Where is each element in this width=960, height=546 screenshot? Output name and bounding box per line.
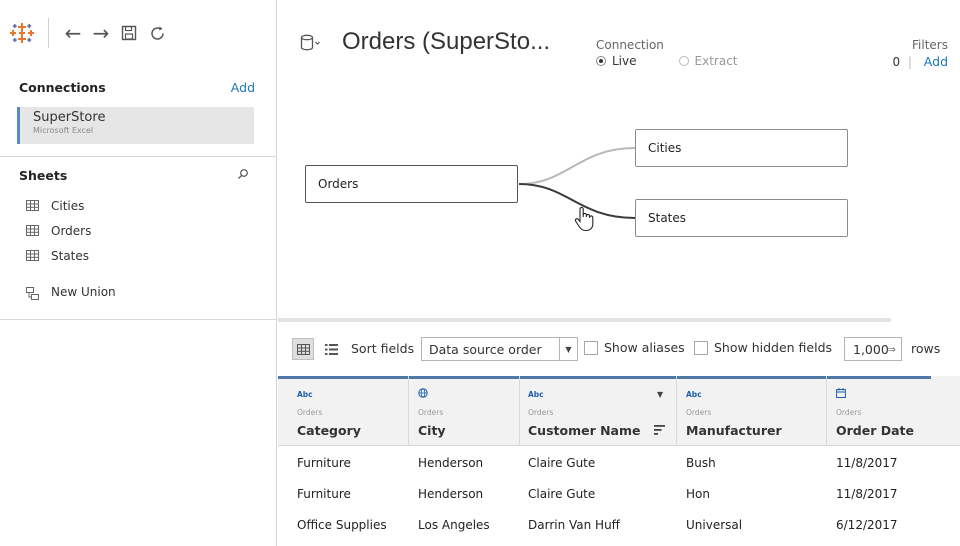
column-menu-icon[interactable]: ▼ — [657, 390, 663, 399]
add-connection-link[interactable]: Add — [231, 80, 255, 95]
table-box-states[interactable]: States — [635, 199, 848, 237]
sort-fields-value: Data source order — [429, 341, 542, 357]
column-indicator — [409, 376, 519, 379]
table-box-orders[interactable]: Orders — [305, 165, 518, 203]
forward-arrow-icon[interactable]: → — [87, 23, 115, 43]
table-cell: Universal — [686, 518, 743, 532]
table-cell: Bush — [686, 456, 716, 470]
checkbox-box — [584, 340, 598, 355]
divider — [0, 156, 277, 157]
new-union-label: New Union — [51, 285, 116, 299]
table-cell: 11/8/2017 — [836, 456, 898, 470]
join-canvas: Orders (SuperSto... Connection Live Extr… — [278, 0, 960, 320]
table-cell: Darrin Van Huff — [528, 518, 620, 532]
sheet-item-states[interactable]: States — [26, 243, 91, 268]
search-icon[interactable] — [237, 168, 249, 183]
sheet-list: Cities Orders States — [26, 193, 91, 268]
column-indicator — [677, 376, 826, 379]
union-icon — [26, 286, 39, 300]
globe-icon[interactable] — [418, 388, 428, 400]
hand-cursor-icon — [574, 206, 594, 235]
column-city[interactable]: Orders City Henderson Henderson Los Ange… — [409, 376, 519, 546]
connection-type: Microsoft Excel — [33, 126, 94, 135]
column-source: Orders — [297, 408, 323, 417]
table-cell: Henderson — [418, 456, 484, 470]
apply-arrow-icon[interactable]: ⇒ — [887, 343, 896, 356]
table-cell: 11/8/2017 — [836, 487, 898, 501]
column-name: Customer Name — [528, 423, 641, 438]
connections-header: Connections Add — [19, 80, 255, 95]
table-cell: Furniture — [297, 487, 351, 501]
table-cell: Los Angeles — [418, 518, 490, 532]
table-cell: Claire Gute — [528, 456, 596, 470]
top-toolbar: ← → — [10, 18, 171, 48]
table-cell: Hon — [686, 487, 710, 501]
sort-fields-label: Sort fields — [351, 341, 415, 356]
back-arrow-icon[interactable]: ← — [59, 23, 87, 43]
chevron-down-icon: ▼ — [559, 338, 577, 360]
column-manufacturer[interactable]: Abc Orders Manufacturer Bush Hon Univers… — [677, 376, 826, 546]
table-icon — [26, 250, 39, 261]
column-category[interactable]: Abc Orders Category Furniture Furniture … — [278, 376, 408, 546]
refresh-icon[interactable] — [143, 25, 171, 42]
string-type-icon[interactable]: Abc — [686, 390, 702, 399]
connection-item-superstore[interactable]: SuperStore Microsoft Excel — [17, 107, 254, 144]
show-aliases-label: Show aliases — [604, 340, 685, 355]
rows-count-input[interactable]: 1,000 ⇒ — [844, 337, 902, 361]
sheet-label: Cities — [51, 198, 85, 213]
column-name: Category — [297, 423, 361, 438]
calendar-icon[interactable] — [836, 388, 846, 400]
data-grid: Abc Orders Category Furniture Furniture … — [278, 376, 960, 546]
divider — [0, 319, 277, 320]
show-hidden-fields-label: Show hidden fields — [714, 340, 833, 355]
save-icon[interactable] — [115, 25, 143, 41]
grid-view-button[interactable] — [292, 338, 314, 360]
connection-name: SuperStore — [33, 110, 106, 125]
list-view-button[interactable] — [320, 338, 342, 360]
left-panel: ← → Connections Add SuperStore Microsoft… — [0, 0, 277, 546]
tableau-logo-icon[interactable] — [10, 21, 34, 45]
relationship-lines — [518, 147, 636, 219]
column-order-date[interactable]: Orders Order Date 11/8/2017 11/8/2017 6/… — [827, 376, 960, 546]
column-source: Orders — [528, 408, 554, 417]
table-icon — [26, 200, 39, 211]
sheet-label: Orders — [51, 223, 92, 238]
string-type-icon[interactable]: Abc — [297, 390, 313, 399]
column-source: Orders — [686, 408, 712, 417]
column-name: City — [418, 423, 446, 438]
column-source: Orders — [836, 408, 862, 417]
table-cell: 6/12/2017 — [836, 518, 898, 532]
table-cell: Henderson — [418, 487, 484, 501]
column-indicator — [827, 376, 931, 379]
sheet-label: States — [51, 248, 90, 263]
table-box-cities[interactable]: Cities — [635, 129, 848, 167]
table-cell: Office Supplies — [297, 518, 387, 532]
table-cell: Claire Gute — [528, 487, 596, 501]
show-hidden-fields-checkbox[interactable]: Show hidden fields — [694, 340, 832, 355]
sort-icon[interactable] — [654, 424, 665, 438]
table-icon — [26, 225, 39, 236]
connections-title: Connections — [19, 80, 106, 95]
sheets-header: Sheets — [19, 168, 249, 183]
column-name: Order Date — [836, 423, 914, 438]
column-customer-name[interactable]: Abc ▼ Orders Customer Name Claire Gute C… — [520, 376, 676, 546]
column-indicator — [278, 376, 408, 379]
grid-toolbar: Sort fields Data source order ▼ Show ali… — [278, 322, 960, 376]
checkbox-box — [694, 340, 708, 355]
sort-fields-dropdown[interactable]: Data source order ▼ — [421, 337, 578, 361]
rows-count-value: 1,000 — [853, 341, 889, 357]
rows-label: rows — [911, 341, 941, 356]
column-indicator — [520, 376, 676, 379]
table-cell: Furniture — [297, 456, 351, 470]
column-name: Manufacturer — [686, 423, 782, 438]
show-aliases-checkbox[interactable]: Show aliases — [584, 340, 685, 355]
sheet-item-orders[interactable]: Orders — [26, 218, 91, 243]
sheet-item-cities[interactable]: Cities — [26, 193, 91, 218]
column-source: Orders — [418, 408, 444, 417]
toolbar-separator — [48, 18, 49, 48]
new-union-item[interactable]: New Union — [26, 285, 116, 300]
string-type-icon[interactable]: Abc — [528, 390, 544, 399]
sheets-title: Sheets — [19, 168, 68, 183]
